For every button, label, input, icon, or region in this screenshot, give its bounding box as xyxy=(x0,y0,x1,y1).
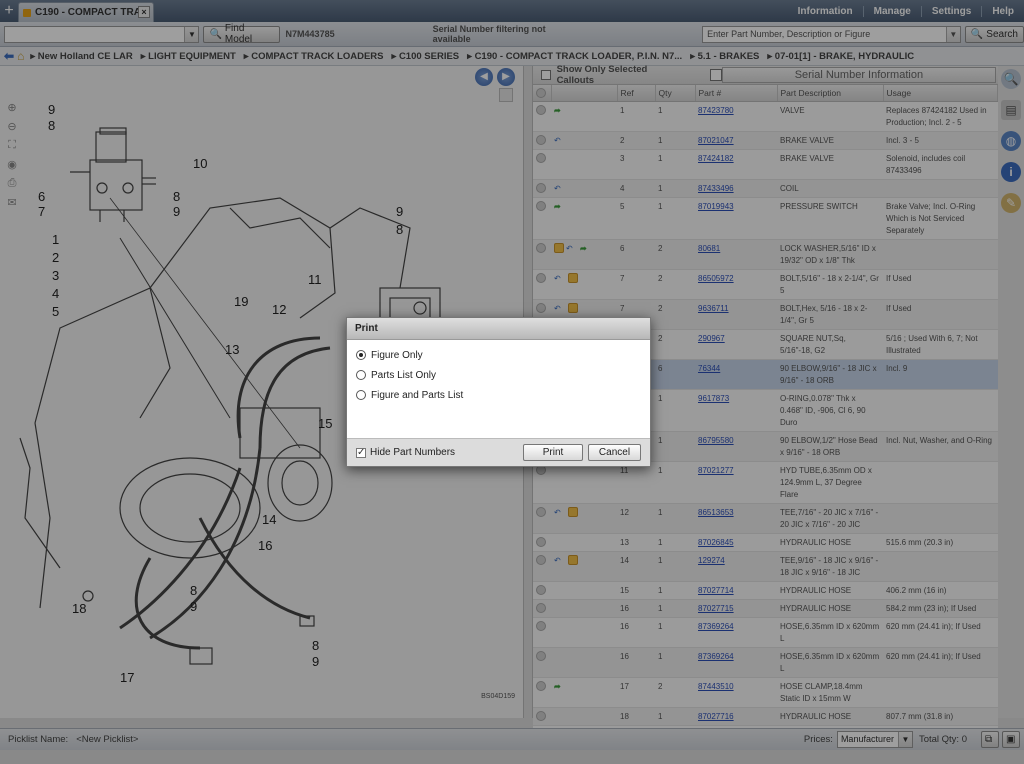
print-button[interactable]: Print xyxy=(523,444,583,461)
dialog-footer: ✓ Hide Part Numbers Print Cancel xyxy=(347,438,650,466)
hide-part-numbers-label: Hide Part Numbers xyxy=(370,447,456,458)
radio[interactable] xyxy=(356,390,366,400)
print-dialog: Print Figure Only Parts List Only Figure… xyxy=(346,317,651,467)
radio[interactable] xyxy=(356,370,366,380)
hide-part-numbers-checkbox[interactable]: ✓ xyxy=(356,447,366,458)
radio-selected[interactable] xyxy=(356,350,366,360)
option-parts-list-only[interactable]: Parts List Only xyxy=(347,365,650,385)
option-label: Figure and Parts List xyxy=(371,389,464,401)
option-label: Parts List Only xyxy=(371,369,437,381)
option-figure-and-parts[interactable]: Figure and Parts List xyxy=(347,385,650,405)
dialog-title: Print xyxy=(347,318,650,340)
option-figure-only[interactable]: Figure Only xyxy=(347,345,650,365)
cancel-button[interactable]: Cancel xyxy=(588,444,641,461)
option-label: Figure Only xyxy=(371,349,423,361)
